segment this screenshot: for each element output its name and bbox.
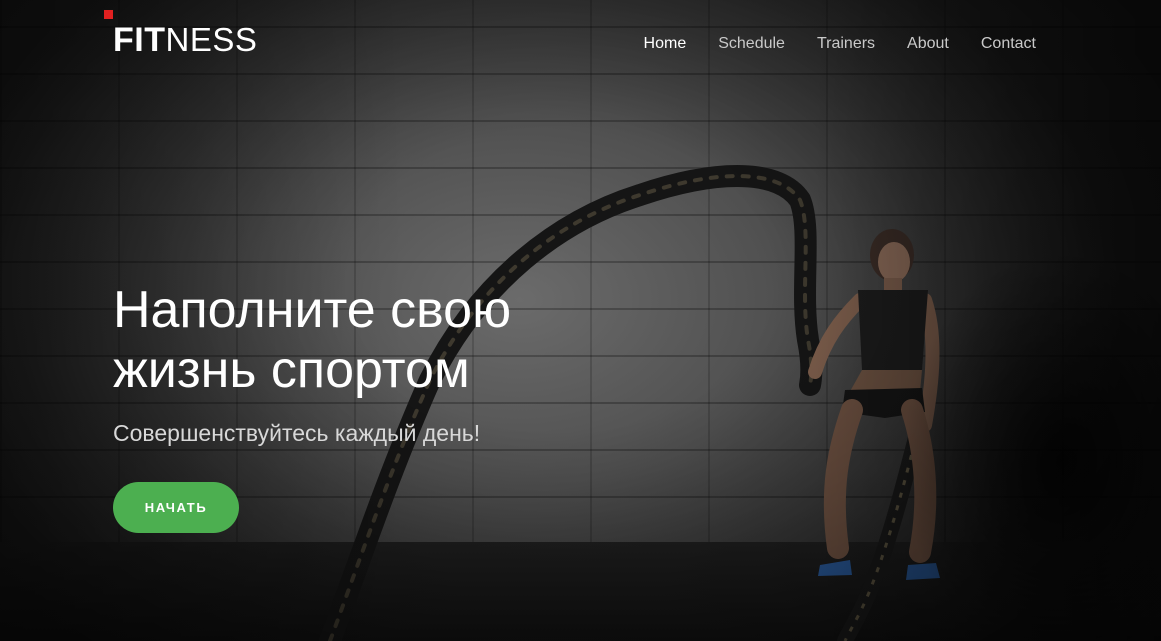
logo-light-text: NESS — [165, 21, 258, 58]
main-nav: Home Schedule Trainers About Contact — [644, 34, 1036, 54]
nav-item-trainers[interactable]: Trainers — [817, 34, 875, 54]
site-logo[interactable]: FITNESS — [104, 10, 258, 60]
hero-subtitle: Совершенствуйтесь каждый день! — [113, 420, 481, 446]
logo-bold-text: FIT — [113, 21, 166, 59]
site-header: FITNESS Home Schedule Trainers About Con… — [0, 0, 1161, 90]
logo-red-square — [104, 10, 113, 19]
hero-title-line-1: Наполните свою — [113, 281, 512, 339]
nav-item-contact[interactable]: Contact — [981, 34, 1036, 54]
start-button[interactable]: НАЧАТЬ — [113, 482, 239, 533]
hero-title-line-2: жизнь спортом — [113, 341, 470, 399]
nav-item-home[interactable]: Home — [644, 34, 687, 54]
hero-title: Наполните свою жизнь спортом — [113, 280, 633, 400]
nav-item-schedule[interactable]: Schedule — [718, 34, 785, 54]
nav-item-about[interactable]: About — [907, 34, 949, 54]
